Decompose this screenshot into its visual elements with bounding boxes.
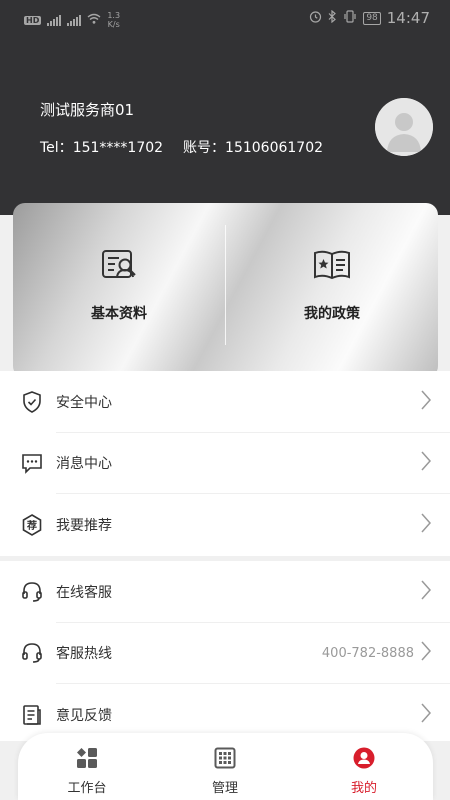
network-speed: 1.3 K/s [107,11,120,29]
tab-workbench[interactable]: 工作台 [18,747,156,796]
hotline-number[interactable]: 400-782-8888 [322,646,414,661]
message-bubble-icon [20,451,44,475]
tel-value: 151****1702 [72,140,164,156]
headset-icon [20,641,44,665]
menu-item-label: 安全中心 [56,394,112,411]
chevron-right-icon [421,513,432,537]
tab-label: 管理 [211,781,238,796]
headset-icon [20,580,44,604]
clock: 14:47 [386,9,430,27]
account-value: 15106061702 [225,140,324,156]
my-policy-label: 我的政策 [304,306,360,322]
chevron-right-icon [421,390,432,414]
menu-item-security-center[interactable]: 安全中心 [0,371,450,433]
account-label: 账号： [183,140,226,156]
signal-icon [47,14,62,26]
user-meta: Tel：151****1702 账号：15106061702 [40,137,323,157]
menu-item-recommend[interactable]: 荐 我要推荐 [0,494,450,556]
menu-item-label: 意见反馈 [56,707,112,724]
speed-unit: K/s [107,20,120,29]
status-bar: HD 1.3 K/s 98 14:47 [0,0,450,38]
menu-item-online-service[interactable]: 在线客服 [0,561,450,623]
account-info: 账号：15106061702 [183,137,323,157]
chevron-right-icon [421,451,432,475]
user-circle-icon [295,747,433,773]
tab-label: 工作台 [67,781,107,796]
shield-check-icon [20,390,44,414]
svg-text:荐: 荐 [26,519,37,532]
menu-item-label: 在线客服 [56,584,112,601]
default-avatar-icon [375,98,433,156]
chevron-right-icon [421,641,432,665]
basic-info-entry[interactable]: 基本资料 [13,247,225,323]
my-policy-entry[interactable]: 我的政策 [226,247,438,323]
battery-indicator: 98 [363,11,381,25]
policy-book-icon [226,247,438,287]
user-name: 测试服务商01 [40,101,135,119]
bluetooth-icon [328,9,337,26]
signal-icon [67,14,82,26]
menu-group-support: 在线客服 客服热线 400-782-8888 意见反馈 [0,561,450,741]
avatar[interactable] [375,98,433,156]
chevron-right-icon [421,703,432,727]
tel-info: Tel：151****1702 [40,137,163,157]
status-left: HD 1.3 K/s [24,11,120,29]
calendar-grid-icon [156,747,294,773]
menu-item-service-hotline[interactable]: 客服热线 400-782-8888 [0,623,450,684]
hd-badge: HD [24,15,42,25]
profile-header: HD 1.3 K/s 98 14:47 测试服务商01 Tel：151****1… [0,0,450,215]
profile-document-icon [13,247,225,287]
dashboard-grid-icon [18,747,156,773]
wifi-icon [87,13,101,27]
speed-value: 1.3 [107,11,121,20]
vibrate-icon [343,10,357,26]
chevron-right-icon [421,580,432,604]
tab-label: 我的 [350,781,377,796]
basic-info-label: 基本资料 [91,306,147,322]
menu-item-message-center[interactable]: 消息中心 [0,433,450,494]
quick-access-card: 基本资料 我的政策 [13,203,438,378]
menu-group-primary: 安全中心 消息中心 荐 我要推荐 [0,371,450,556]
menu-item-label: 消息中心 [56,456,112,473]
tel-label: Tel： [40,140,73,156]
status-right: 98 14:47 [309,9,430,27]
tab-management[interactable]: 管理 [156,747,294,796]
tab-mine[interactable]: 我的 [295,747,433,796]
feedback-note-icon [20,703,44,727]
menu-item-label: 客服热线 [56,646,112,663]
recommend-badge-icon: 荐 [20,513,44,537]
bottom-tab-bar: 工作台 管理 我的 [18,733,433,800]
menu-item-label: 我要推荐 [56,517,112,534]
alarm-icon [309,10,322,26]
